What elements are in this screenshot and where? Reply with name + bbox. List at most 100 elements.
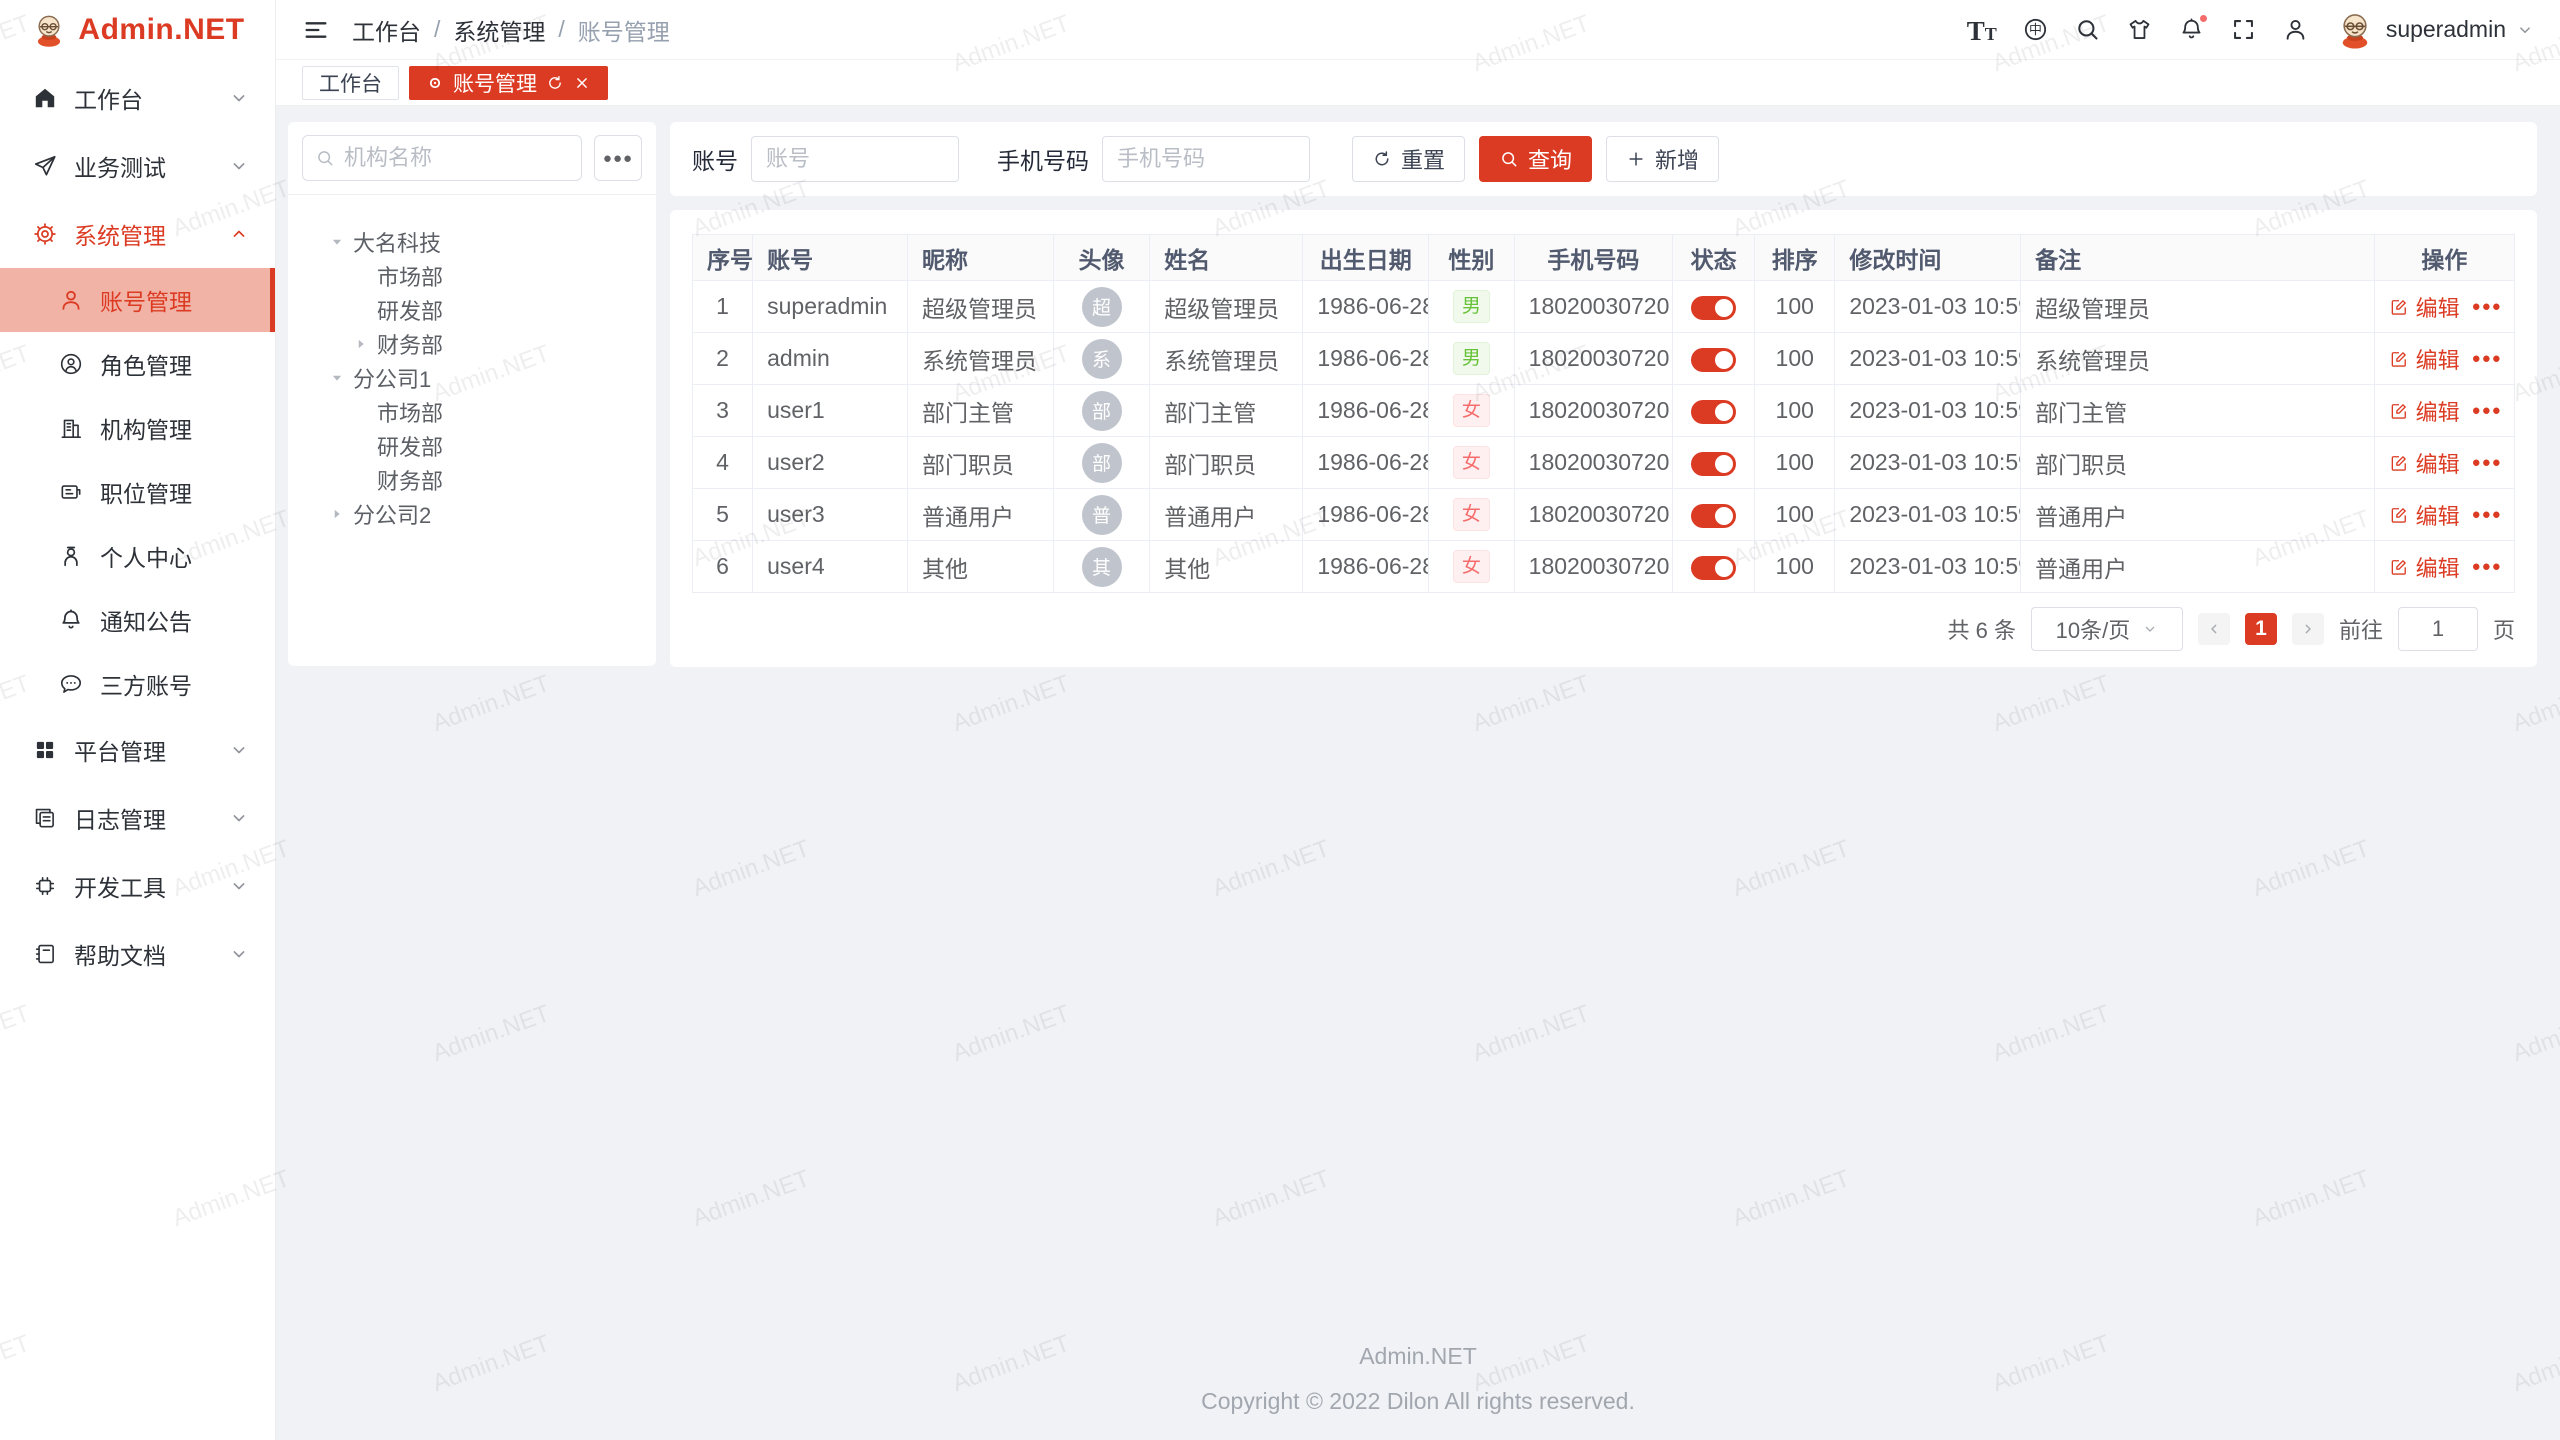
cell-modified: 2023-01-03 10:59:44 — [1835, 281, 2021, 333]
status-toggle[interactable] — [1691, 452, 1736, 476]
sidebar-item[interactable]: 账号管理 — [0, 268, 275, 332]
sidebar-item[interactable]: 个人中心 — [0, 524, 275, 588]
edit-button[interactable]: 编辑 — [2389, 499, 2460, 531]
status-toggle[interactable] — [1691, 556, 1736, 580]
col-header-modified: 修改时间 — [1835, 235, 2021, 281]
sidebar-item[interactable]: 三方账号 — [0, 652, 275, 716]
font-size-icon[interactable]: TT — [1967, 16, 1997, 43]
edit-button[interactable]: 编辑 — [2389, 343, 2460, 375]
tree-node[interactable]: 大名科技 — [302, 225, 646, 259]
tree-node[interactable]: 财务部 — [302, 327, 646, 361]
chevron-icon — [229, 944, 249, 964]
tab-label: 账号管理 — [453, 68, 537, 98]
cell-modified: 2023-01-03 10:59:44 — [1835, 385, 2021, 437]
user-menu[interactable]: superadmin — [2334, 9, 2534, 51]
breadcrumb-item[interactable]: 系统管理 / — [453, 13, 577, 47]
row-more-button[interactable]: ●●● — [2472, 558, 2502, 575]
status-toggle[interactable] — [1691, 504, 1736, 528]
sidebar-item-label: 三方账号 — [100, 667, 192, 701]
tree-node[interactable]: 研发部 — [302, 293, 646, 327]
tree-node[interactable]: 市场部 — [302, 259, 646, 293]
cell-nickname: 部门主管 — [907, 385, 1053, 437]
cell-nickname: 部门职员 — [907, 437, 1053, 489]
row-more-button[interactable]: ●●● — [2472, 454, 2502, 471]
cell-phone: 18020030720 — [1514, 541, 1673, 593]
tab[interactable]: 账号管理 — [409, 66, 608, 100]
cell-sort: 100 — [1755, 489, 1835, 541]
language-icon[interactable] — [2022, 16, 2049, 43]
tree-node[interactable]: 分公司2 — [302, 497, 646, 531]
edit-button[interactable]: 编辑 — [2389, 291, 2460, 323]
fullscreen-icon[interactable] — [2230, 16, 2257, 43]
tree-caret-icon[interactable] — [352, 403, 370, 421]
status-toggle[interactable] — [1691, 296, 1736, 320]
profile-icon[interactable] — [2282, 16, 2309, 43]
reset-button[interactable]: 重置 — [1352, 136, 1465, 182]
cell-nickname: 超级管理员 — [907, 281, 1053, 333]
tree-node[interactable]: 市场部 — [302, 395, 646, 429]
tree-caret-icon[interactable] — [352, 437, 370, 455]
row-more-button[interactable]: ●●● — [2472, 298, 2502, 315]
edit-icon — [2389, 297, 2409, 317]
notification-bell-icon[interactable] — [2178, 16, 2205, 43]
edit-button[interactable]: 编辑 — [2389, 447, 2460, 479]
breadcrumb-item[interactable]: 账号管理 / — [578, 13, 670, 47]
cell-remark: 系统管理员 — [2021, 333, 2374, 385]
sidebar-item[interactable]: 业务测试 — [0, 132, 275, 200]
breadcrumb-item[interactable]: 工作台 / — [352, 13, 453, 47]
tab[interactable]: 工作台 — [302, 66, 399, 100]
row-more-button[interactable]: ●●● — [2472, 350, 2502, 367]
current-page[interactable]: 1 — [2245, 613, 2277, 645]
status-toggle[interactable] — [1691, 400, 1736, 424]
prev-page-button[interactable] — [2198, 613, 2230, 645]
tree-node-label: 分公司2 — [353, 498, 431, 530]
next-page-button[interactable] — [2292, 613, 2324, 645]
tree-caret-icon[interactable] — [352, 471, 370, 489]
sex-badge: 男 — [1453, 290, 1490, 323]
tree-node[interactable]: 研发部 — [302, 429, 646, 463]
sidebar-item[interactable]: 帮助文档 — [0, 920, 275, 988]
query-button[interactable]: 查询 — [1479, 136, 1592, 182]
tree-caret-icon[interactable] — [352, 335, 370, 353]
tree-caret-icon[interactable] — [328, 505, 346, 523]
phone-input[interactable] — [1102, 136, 1310, 182]
status-toggle[interactable] — [1691, 348, 1736, 372]
account-input[interactable] — [751, 136, 959, 182]
sidebar-item[interactable]: 平台管理 — [0, 716, 275, 784]
sidebar-item[interactable]: 角色管理 — [0, 332, 275, 396]
sidebar-item[interactable]: 职位管理 — [0, 460, 275, 524]
tree-caret-icon[interactable] — [352, 267, 370, 285]
sidebar-item[interactable]: 工作台 — [0, 64, 275, 132]
search-icon[interactable] — [2074, 16, 2101, 43]
edit-button[interactable]: 编辑 — [2389, 551, 2460, 583]
cell-phone: 18020030720 — [1514, 489, 1673, 541]
page-size-select[interactable]: 10条/页 — [2031, 607, 2183, 651]
org-search-input[interactable] — [344, 145, 569, 171]
row-avatar: 部 — [1082, 391, 1122, 431]
sidebar-item[interactable]: 开发工具 — [0, 852, 275, 920]
row-more-button[interactable]: ●●● — [2472, 402, 2502, 419]
edit-button[interactable]: 编辑 — [2389, 395, 2460, 427]
add-button[interactable]: 新增 — [1606, 136, 1719, 182]
tree-node[interactable]: 财务部 — [302, 463, 646, 497]
goto-page-input[interactable] — [2398, 607, 2478, 651]
tree-caret-icon[interactable] — [352, 301, 370, 319]
tree-caret-icon[interactable] — [328, 369, 346, 387]
tree-node[interactable]: 分公司1 — [302, 361, 646, 395]
tree-caret-icon[interactable] — [328, 233, 346, 251]
sidebar-item[interactable]: 系统管理 — [0, 200, 275, 268]
sidebar-item[interactable]: 机构管理 — [0, 396, 275, 460]
org-more-button[interactable]: ●●● — [594, 135, 642, 181]
chevron-icon — [229, 418, 249, 438]
tab-refresh-icon[interactable] — [546, 74, 564, 92]
tab-close-icon[interactable] — [573, 74, 591, 92]
table-row: 2 admin 系统管理员 系 系统管理员 1986-06-28 男 18020… — [693, 333, 2515, 385]
sidebar-item[interactable]: 通知公告 — [0, 588, 275, 652]
sidebar-item[interactable]: 日志管理 — [0, 784, 275, 852]
theme-shirt-icon[interactable] — [2126, 16, 2153, 43]
row-more-button[interactable]: ●●● — [2472, 506, 2502, 523]
col-header-phone: 手机号码 — [1514, 235, 1673, 281]
org-search-box — [302, 135, 582, 181]
collapse-menu-icon[interactable] — [302, 16, 330, 44]
sidebar-item-label: 系统管理 — [74, 217, 166, 251]
